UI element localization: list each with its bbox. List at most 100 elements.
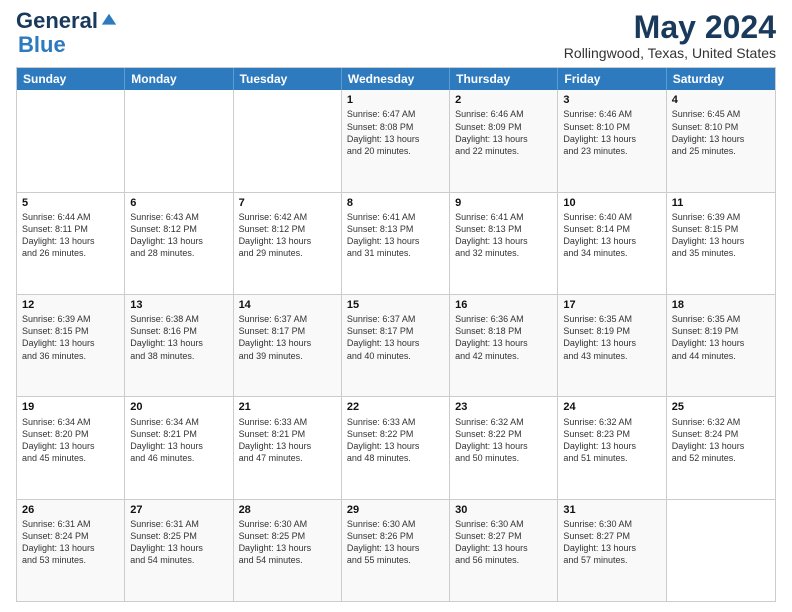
logo-general: General: [16, 10, 98, 32]
cell-sun-info: Sunrise: 6:43 AM Sunset: 8:12 PM Dayligh…: [130, 211, 227, 260]
cal-cell-21: 21Sunrise: 6:33 AM Sunset: 8:21 PM Dayli…: [234, 397, 342, 498]
cell-day-number: 11: [672, 196, 770, 210]
cell-day-number: 22: [347, 400, 444, 414]
cal-cell-empty-4-6: [667, 500, 775, 601]
cal-header-sunday: Sunday: [17, 68, 125, 90]
cal-cell-3: 3Sunrise: 6:46 AM Sunset: 8:10 PM Daylig…: [558, 90, 666, 191]
cell-day-number: 24: [563, 400, 660, 414]
cal-cell-10: 10Sunrise: 6:40 AM Sunset: 8:14 PM Dayli…: [558, 193, 666, 294]
cell-sun-info: Sunrise: 6:32 AM Sunset: 8:24 PM Dayligh…: [672, 416, 770, 465]
cal-header-wednesday: Wednesday: [342, 68, 450, 90]
cell-sun-info: Sunrise: 6:30 AM Sunset: 8:26 PM Dayligh…: [347, 518, 444, 567]
cell-day-number: 14: [239, 298, 336, 312]
logo: General Blue: [16, 10, 118, 58]
cal-cell-19: 19 Sunrise: 6:34 AM Sunset: 8:20 PM Dayli…: [17, 397, 125, 498]
cal-cell-28: 28Sunrise: 6:30 AM Sunset: 8:25 PM Dayli…: [234, 500, 342, 601]
cell-sun-info: Sunrise: 6:41 AM Sunset: 8:13 PM Dayligh…: [455, 211, 552, 260]
cell-sun-info: Sunrise: 6:35 AM Sunset: 8:19 PM Dayligh…: [672, 313, 770, 362]
cell-day-number: 27: [130, 503, 227, 517]
cell-day-number: 25: [672, 400, 770, 414]
cell-day-number: 19: [22, 400, 119, 414]
cell-sun-info: Sunrise: 6:46 AM Sunset: 8:09 PM Dayligh…: [455, 108, 552, 157]
cal-cell-22: 22 Sunrise: 6:33 AM Sunset: 8:22 PM Dayli…: [342, 397, 450, 498]
logo-blue: Blue: [18, 32, 66, 58]
cal-cell-24: 24 Sunrise: 6:32 AM Sunset: 8:23 PM Dayli…: [558, 397, 666, 498]
logo-icon: [100, 12, 118, 30]
cell-sun-info: Sunrise: 6:34 AM Sunset: 8:20 PM Dayligh…: [22, 416, 119, 465]
cal-cell-14: 14Sunrise: 6:37 AM Sunset: 8:17 PM Dayli…: [234, 295, 342, 396]
cell-sun-info: Sunrise: 6:34 AM Sunset: 8:21 PM Dayligh…: [130, 416, 227, 465]
cell-sun-info: Sunrise: 6:37 AM Sunset: 8:17 PM Dayligh…: [239, 313, 336, 362]
cal-cell-17: 17Sunrise: 6:35 AM Sunset: 8:19 PM Dayli…: [558, 295, 666, 396]
cell-day-number: 3: [563, 93, 660, 107]
cal-cell-13: 13Sunrise: 6:38 AM Sunset: 8:16 PM Dayli…: [125, 295, 233, 396]
cal-row-2: 5Sunrise: 6:44 AM Sunset: 8:11 PM Daylig…: [17, 192, 775, 294]
title-area: May 2024 Rollingwood, Texas, United Stat…: [564, 10, 776, 61]
calendar-header: SundayMondayTuesdayWednesdayThursdayFrid…: [17, 68, 775, 90]
cal-header-tuesday: Tuesday: [234, 68, 342, 90]
calendar: SundayMondayTuesdayWednesdayThursdayFrid…: [16, 67, 776, 602]
cal-cell-26: 26Sunrise: 6:31 AM Sunset: 8:24 PM Dayli…: [17, 500, 125, 601]
cell-sun-info: Sunrise: 6:35 AM Sunset: 8:19 PM Dayligh…: [563, 313, 660, 362]
cal-cell-empty-0-2: [234, 90, 342, 191]
cell-day-number: 1: [347, 93, 444, 107]
cell-day-number: 7: [239, 196, 336, 210]
page: General Blue May 2024 Rollingwood, Texas…: [0, 0, 792, 612]
cell-sun-info: Sunrise: 6:33 AM Sunset: 8:21 PM Dayligh…: [239, 416, 336, 465]
cell-sun-info: Sunrise: 6:32 AM Sunset: 8:23 PM Dayligh…: [563, 416, 660, 465]
cal-cell-18: 18Sunrise: 6:35 AM Sunset: 8:19 PM Dayli…: [667, 295, 775, 396]
cal-cell-27: 27Sunrise: 6:31 AM Sunset: 8:25 PM Dayli…: [125, 500, 233, 601]
cell-day-number: 26: [22, 503, 119, 517]
cal-row-4: 19 Sunrise: 6:34 AM Sunset: 8:20 PM Dayli…: [17, 396, 775, 498]
header: General Blue May 2024 Rollingwood, Texas…: [16, 10, 776, 61]
cell-sun-info: Sunrise: 6:30 AM Sunset: 8:25 PM Dayligh…: [239, 518, 336, 567]
cal-row-3: 12Sunrise: 6:39 AM Sunset: 8:15 PM Dayli…: [17, 294, 775, 396]
cell-sun-info: Sunrise: 6:39 AM Sunset: 8:15 PM Dayligh…: [672, 211, 770, 260]
cell-sun-info: Sunrise: 6:31 AM Sunset: 8:25 PM Dayligh…: [130, 518, 227, 567]
cal-cell-6: 6Sunrise: 6:43 AM Sunset: 8:12 PM Daylig…: [125, 193, 233, 294]
cell-day-number: 18: [672, 298, 770, 312]
cell-day-number: 16: [455, 298, 552, 312]
cell-day-number: 17: [563, 298, 660, 312]
cal-header-monday: Monday: [125, 68, 233, 90]
cal-row-1: 1Sunrise: 6:47 AM Sunset: 8:08 PM Daylig…: [17, 90, 775, 191]
cell-day-number: 8: [347, 196, 444, 210]
cell-sun-info: Sunrise: 6:45 AM Sunset: 8:10 PM Dayligh…: [672, 108, 770, 157]
cell-day-number: 30: [455, 503, 552, 517]
cell-day-number: 5: [22, 196, 119, 210]
main-title: May 2024: [564, 10, 776, 45]
cell-day-number: 2: [455, 93, 552, 107]
cal-cell-11: 11Sunrise: 6:39 AM Sunset: 8:15 PM Dayli…: [667, 193, 775, 294]
cell-sun-info: Sunrise: 6:39 AM Sunset: 8:15 PM Dayligh…: [22, 313, 119, 362]
cal-row-5: 26Sunrise: 6:31 AM Sunset: 8:24 PM Dayli…: [17, 499, 775, 601]
cal-cell-9: 9Sunrise: 6:41 AM Sunset: 8:13 PM Daylig…: [450, 193, 558, 294]
cal-cell-23: 23 Sunrise: 6:32 AM Sunset: 8:22 PM Dayli…: [450, 397, 558, 498]
cell-sun-info: Sunrise: 6:40 AM Sunset: 8:14 PM Dayligh…: [563, 211, 660, 260]
cell-day-number: 9: [455, 196, 552, 210]
cell-sun-info: Sunrise: 6:30 AM Sunset: 8:27 PM Dayligh…: [563, 518, 660, 567]
cell-day-number: 20: [130, 400, 227, 414]
subtitle: Rollingwood, Texas, United States: [564, 45, 776, 61]
cell-sun-info: Sunrise: 6:36 AM Sunset: 8:18 PM Dayligh…: [455, 313, 552, 362]
cell-sun-info: Sunrise: 6:32 AM Sunset: 8:22 PM Dayligh…: [455, 416, 552, 465]
cell-sun-info: Sunrise: 6:30 AM Sunset: 8:27 PM Dayligh…: [455, 518, 552, 567]
cal-cell-empty-0-1: [125, 90, 233, 191]
cell-sun-info: Sunrise: 6:47 AM Sunset: 8:08 PM Dayligh…: [347, 108, 444, 157]
cell-day-number: 31: [563, 503, 660, 517]
cell-sun-info: Sunrise: 6:38 AM Sunset: 8:16 PM Dayligh…: [130, 313, 227, 362]
cell-day-number: 4: [672, 93, 770, 107]
cell-sun-info: Sunrise: 6:31 AM Sunset: 8:24 PM Dayligh…: [22, 518, 119, 567]
cell-day-number: 13: [130, 298, 227, 312]
cell-day-number: 10: [563, 196, 660, 210]
cell-day-number: 6: [130, 196, 227, 210]
cell-sun-info: Sunrise: 6:41 AM Sunset: 8:13 PM Dayligh…: [347, 211, 444, 260]
cal-header-thursday: Thursday: [450, 68, 558, 90]
cal-cell-5: 5Sunrise: 6:44 AM Sunset: 8:11 PM Daylig…: [17, 193, 125, 294]
calendar-body: 1Sunrise: 6:47 AM Sunset: 8:08 PM Daylig…: [17, 90, 775, 601]
cell-sun-info: Sunrise: 6:33 AM Sunset: 8:22 PM Dayligh…: [347, 416, 444, 465]
cal-cell-25: 25 Sunrise: 6:32 AM Sunset: 8:24 PM Dayli…: [667, 397, 775, 498]
cal-cell-2: 2Sunrise: 6:46 AM Sunset: 8:09 PM Daylig…: [450, 90, 558, 191]
cell-day-number: 29: [347, 503, 444, 517]
cell-day-number: 23: [455, 400, 552, 414]
cell-sun-info: Sunrise: 6:42 AM Sunset: 8:12 PM Dayligh…: [239, 211, 336, 260]
